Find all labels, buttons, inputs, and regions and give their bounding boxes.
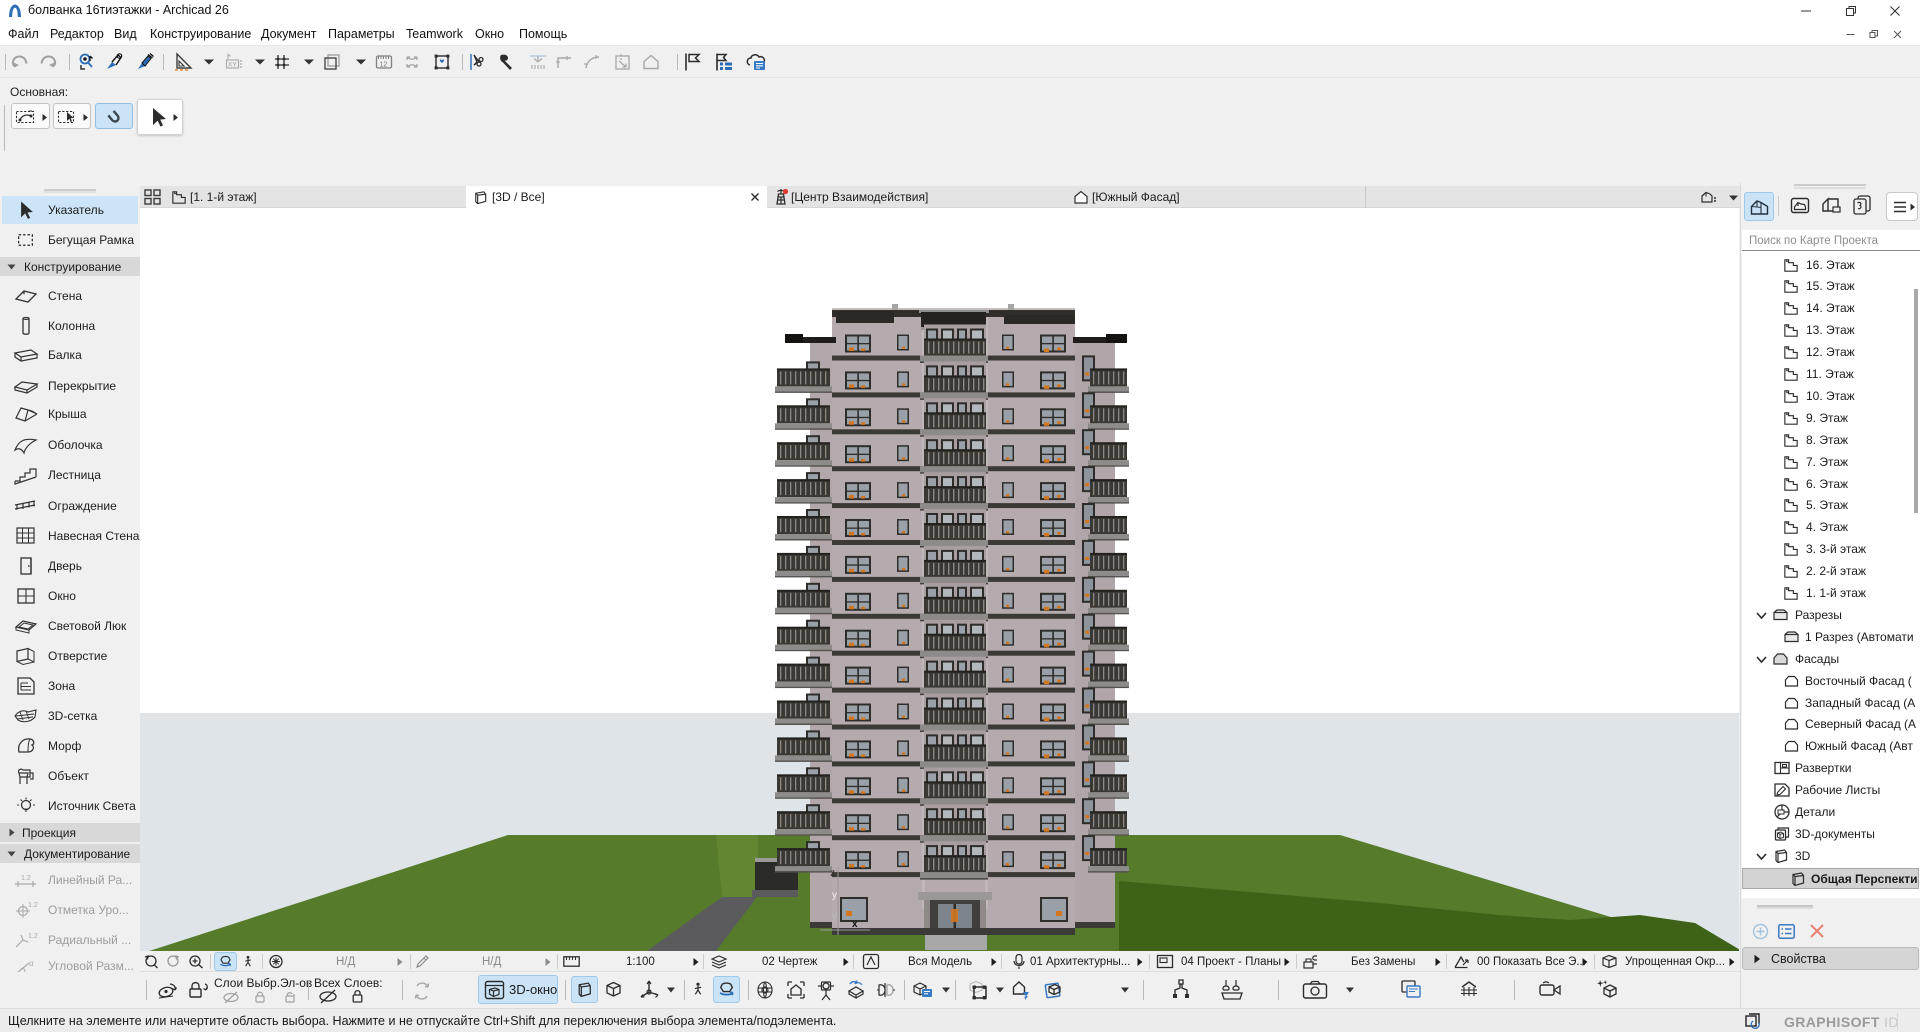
svg-text:1.2: 1.2: [28, 933, 38, 940]
svg-text:y: y: [832, 911, 837, 922]
svg-text:x: x: [852, 919, 858, 930]
svg-text:z: z: [830, 868, 835, 879]
svg-text:y: y: [832, 890, 837, 901]
svg-text:XY: XY: [228, 62, 237, 69]
svg-text:12: 12: [380, 62, 388, 69]
svg-text:α: α: [29, 959, 34, 968]
svg-text:1.2: 1.2: [28, 902, 38, 909]
svg-text:1.2: 1.2: [21, 875, 31, 882]
